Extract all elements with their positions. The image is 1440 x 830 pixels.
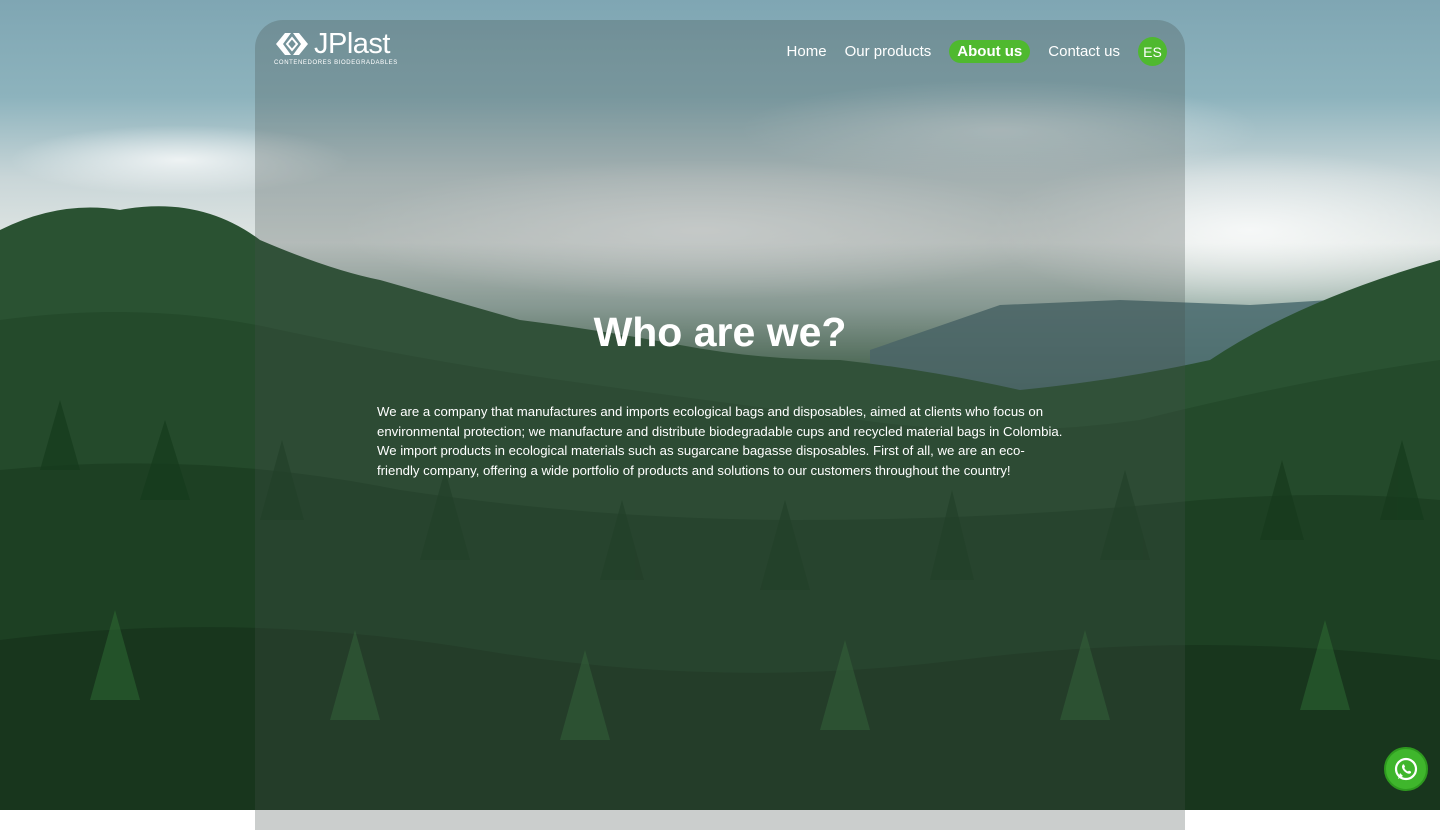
brand-tagline: CONTENEDORES BIODEGRADABLES bbox=[274, 60, 398, 66]
recycle-arrows-logo-icon[interactable] bbox=[273, 30, 311, 62]
language-switch-button[interactable]: ES bbox=[1138, 37, 1167, 66]
nav-contact-us[interactable]: Contact us bbox=[1048, 40, 1120, 63]
whatsapp-icon bbox=[1394, 757, 1418, 781]
brand-name[interactable]: JPlast bbox=[314, 28, 390, 61]
about-paragraph: We are a company that manufactures and i… bbox=[377, 404, 1063, 478]
page-title: Who are we? bbox=[593, 309, 847, 355]
main-navigation: Home Our products About us Contact us ES bbox=[787, 37, 1167, 66]
nav-about-us[interactable]: About us bbox=[949, 40, 1031, 63]
nav-home[interactable]: Home bbox=[787, 40, 827, 63]
nav-our-products[interactable]: Our products bbox=[845, 40, 932, 63]
whatsapp-button[interactable] bbox=[1384, 747, 1428, 791]
